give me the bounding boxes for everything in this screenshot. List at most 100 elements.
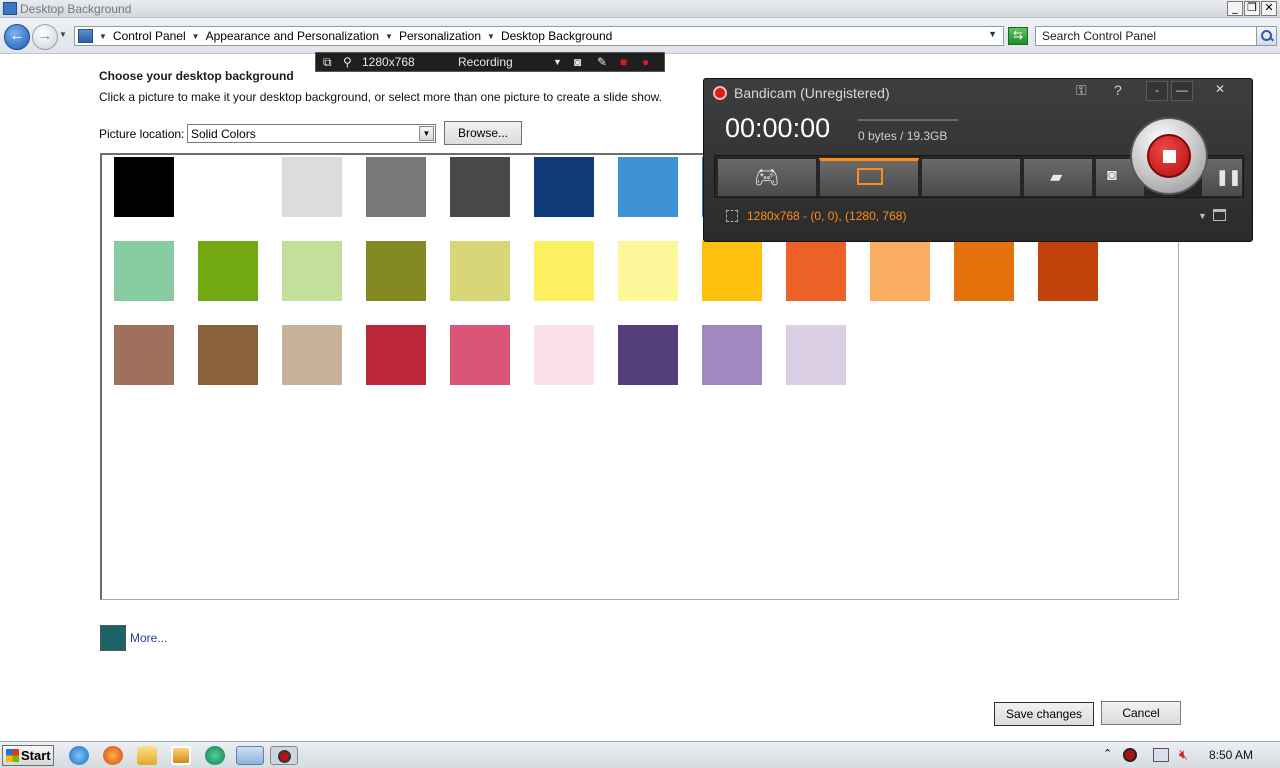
history-dropdown-icon[interactable]: ▼	[59, 30, 67, 39]
search-box[interactable]	[1035, 26, 1277, 46]
color-swatch[interactable]	[114, 157, 174, 217]
control-panel-taskbar-icon[interactable]	[236, 746, 264, 765]
key-icon[interactable]: ⚿	[1076, 82, 1087, 99]
chevron-down-icon[interactable]: ▼	[553, 57, 562, 67]
region-status: 1280x768 - (0, 0), (1280, 768)	[747, 209, 907, 223]
minimize-button[interactable]: _	[1227, 1, 1243, 16]
window-mode-icon[interactable]: ⧉	[323, 55, 332, 70]
color-swatch[interactable]	[114, 241, 174, 301]
pause-icon: ❚❚	[1216, 169, 1242, 186]
color-swatch[interactable]	[1038, 241, 1098, 301]
address-dropdown-icon[interactable]: ▼	[988, 29, 997, 39]
breadcrumb[interactable]: ▼ Control Panel ▼ Appearance and Persona…	[74, 26, 1004, 46]
color-swatch[interactable]	[702, 325, 762, 385]
zoom-icon[interactable]: ⚲	[343, 55, 352, 69]
game-mode-tab[interactable]: 🎮︎	[717, 158, 817, 197]
chevron-down-icon[interactable]: ▼	[192, 32, 200, 41]
color-swatch[interactable]	[366, 241, 426, 301]
breadcrumb-desktop-background[interactable]: Desktop Background	[501, 29, 612, 43]
bandicam-close-button[interactable]: ✕	[1209, 81, 1231, 101]
color-swatch[interactable]	[618, 325, 678, 385]
more-color-preview[interactable]	[100, 625, 126, 651]
pencil-icon[interactable]: ✎	[597, 55, 607, 69]
volume-muted-icon[interactable]: 🔇︎	[1179, 746, 1188, 763]
color-swatch[interactable]	[534, 157, 594, 217]
record-tray-icon[interactable]	[1123, 748, 1137, 762]
bandicam-mini-button[interactable]: -	[1146, 81, 1168, 101]
picture-location-select[interactable]: Solid Colors ▼	[187, 124, 436, 143]
chevron-up-icon[interactable]: ⌃	[1103, 747, 1112, 760]
recording-toolbar: ⧉ ⚲ 1280x768 Recording ▼ ◙ ✎ ■ ●	[315, 52, 665, 72]
color-swatch[interactable]	[198, 157, 258, 217]
color-swatch[interactable]	[450, 157, 510, 217]
chevron-down-icon[interactable]: ▼	[99, 32, 107, 41]
color-swatch[interactable]	[366, 325, 426, 385]
device-mode-tab[interactable]	[921, 158, 1021, 197]
restore-button[interactable]: ❐	[1244, 1, 1260, 16]
pause-button[interactable]: ❚❚	[1201, 158, 1243, 197]
recording-timer: 00:00:00	[725, 113, 831, 143]
breadcrumb-appearance[interactable]: Appearance and Personalization	[206, 29, 379, 43]
color-swatch[interactable]	[198, 325, 258, 385]
ie-icon[interactable]	[69, 746, 89, 765]
file-size: 0 bytes / 19.3GB	[858, 129, 948, 143]
save-changes-button[interactable]: Save changes	[994, 702, 1094, 726]
chevron-down-icon[interactable]: ▼	[487, 32, 495, 41]
color-swatch[interactable]	[282, 241, 342, 301]
color-swatch[interactable]	[198, 241, 258, 301]
search-input[interactable]	[1036, 27, 1250, 45]
color-swatch[interactable]	[702, 241, 762, 301]
chevron-down-icon[interactable]: ▼	[419, 126, 434, 141]
stop-icon[interactable]: ■	[620, 55, 627, 69]
color-swatch[interactable]	[786, 241, 846, 301]
help-button[interactable]: ?	[1114, 82, 1122, 98]
browse-button[interactable]: Browse...	[444, 121, 522, 145]
record-stop-button[interactable]	[1130, 117, 1208, 195]
search-icon[interactable]	[1256, 27, 1276, 45]
color-swatch[interactable]	[618, 157, 678, 217]
bandicam-logo-icon	[713, 86, 727, 100]
color-swatch[interactable]	[534, 325, 594, 385]
color-swatch[interactable]	[114, 325, 174, 385]
app-icon[interactable]	[205, 746, 225, 765]
color-swatch[interactable]	[450, 325, 510, 385]
media-player-icon[interactable]	[171, 746, 191, 765]
color-swatch[interactable]	[534, 241, 594, 301]
screen-rect-icon	[857, 168, 883, 185]
start-button[interactable]: Start	[2, 745, 54, 766]
back-button[interactable]: ←	[4, 24, 30, 50]
color-swatch[interactable]	[870, 241, 930, 301]
color-swatch[interactable]	[786, 325, 846, 385]
folder-icon[interactable]	[137, 746, 157, 765]
open-folder-tab[interactable]: ▰	[1023, 158, 1093, 197]
bandicam-taskbar-icon[interactable]	[270, 746, 298, 765]
record-icon[interactable]: ●	[642, 55, 649, 69]
camera-icon[interactable]: ◙	[574, 55, 581, 69]
screen-mode-tab[interactable]	[819, 158, 919, 197]
cancel-button[interactable]: Cancel	[1101, 701, 1181, 725]
window-icon[interactable]	[1213, 209, 1226, 221]
bandicam-minimize-button[interactable]: —	[1171, 81, 1193, 101]
color-swatch[interactable]	[282, 157, 342, 217]
color-swatch[interactable]	[618, 241, 678, 301]
color-swatch[interactable]	[366, 157, 426, 217]
window-title: Desktop Background	[20, 2, 132, 16]
breadcrumb-control-panel[interactable]: Control Panel	[113, 29, 186, 43]
color-swatch[interactable]	[282, 325, 342, 385]
more-colors-link[interactable]: More...	[130, 631, 167, 645]
close-button[interactable]: ✕	[1261, 1, 1277, 16]
picture-location-label: Picture location:	[99, 127, 185, 141]
network-icon[interactable]	[1153, 748, 1169, 762]
recording-status: Recording	[458, 55, 513, 69]
chevron-down-icon[interactable]: ▼	[1198, 211, 1207, 221]
refresh-button[interactable]: ⇆	[1008, 27, 1028, 45]
breadcrumb-personalization[interactable]: Personalization	[399, 29, 481, 43]
color-swatch[interactable]	[954, 241, 1014, 301]
gamepad-icon: 🎮︎	[754, 167, 780, 189]
color-swatch[interactable]	[450, 241, 510, 301]
chevron-down-icon[interactable]: ▼	[385, 32, 393, 41]
region-select-icon[interactable]	[726, 210, 738, 222]
firefox-icon[interactable]	[103, 746, 123, 765]
clock: 8:50 AM	[1209, 748, 1254, 762]
forward-button[interactable]: →	[32, 24, 58, 50]
